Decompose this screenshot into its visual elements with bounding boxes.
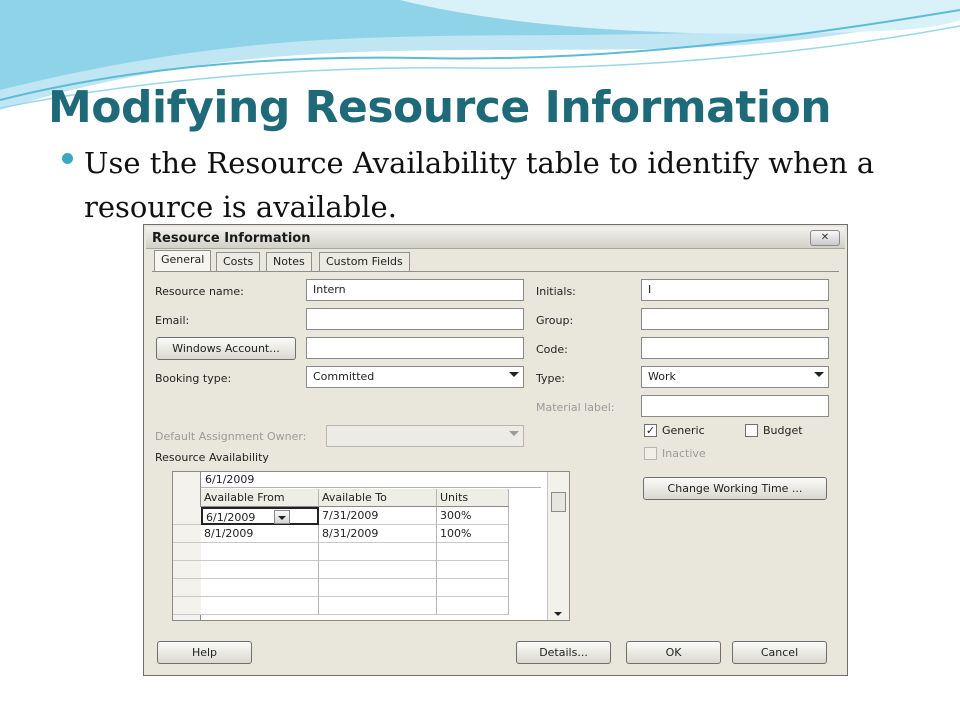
available-to-cell[interactable]: 7/31/2009 (319, 507, 437, 525)
resource-availability-table: 6/1/2009 Available From Available To Uni… (172, 471, 570, 621)
tab-divider (152, 271, 839, 272)
group-input[interactable] (641, 308, 829, 330)
inactive-checkbox[interactable] (644, 447, 657, 460)
booking-type-select[interactable]: Committed (306, 366, 524, 388)
email-field[interactable] (306, 308, 524, 330)
email-label: Email: (155, 314, 190, 327)
initials-label: Initials: (536, 285, 576, 298)
units-cell[interactable]: 300% (437, 507, 509, 525)
bullet-dot-icon (62, 153, 73, 164)
empty-cell[interactable] (319, 579, 437, 597)
budget-label: Budget (763, 424, 803, 437)
generic-checkbox[interactable]: ✓ (644, 424, 657, 437)
column-header-available-from: Available From (201, 489, 319, 507)
windows-account-input[interactable] (306, 337, 524, 359)
chevron-down-icon[interactable] (814, 372, 824, 377)
close-icon[interactable]: ✕ (810, 230, 840, 246)
row-selector[interactable] (173, 543, 201, 561)
change-working-time-button[interactable]: Change Working Time ... (643, 477, 827, 500)
scroll-down-icon[interactable] (554, 612, 562, 616)
availability-entry-bar[interactable]: 6/1/2009 (201, 472, 541, 488)
empty-cell[interactable] (437, 561, 509, 579)
default-assignment-owner-select (326, 425, 524, 447)
empty-cell[interactable] (201, 561, 319, 579)
resource-name-input[interactable]: Intern (306, 279, 524, 301)
resource-information-dialog: Resource Information ✕ General Costs Not… (143, 224, 848, 676)
initials-input[interactable]: I (641, 279, 829, 301)
available-to-cell[interactable]: 8/31/2009 (319, 525, 437, 543)
empty-cell[interactable] (437, 597, 509, 615)
tab-custom-fields[interactable]: Custom Fields (319, 252, 410, 271)
chevron-down-icon[interactable] (274, 510, 290, 524)
column-header-available-to: Available To (319, 489, 437, 507)
group-label: Group: (536, 314, 574, 327)
resource-availability-label: Resource Availability (155, 451, 269, 464)
empty-cell[interactable] (437, 579, 509, 597)
empty-cell[interactable] (319, 543, 437, 561)
empty-cell[interactable] (201, 579, 319, 597)
column-header-units: Units (437, 489, 509, 507)
ok-button[interactable]: OK (626, 641, 721, 664)
material-label-label: Material label: (536, 401, 615, 414)
default-assignment-owner-label: Default Assignment Owner: (155, 430, 307, 443)
scrollbar-thumb[interactable] (551, 492, 566, 512)
budget-checkbox[interactable] (745, 424, 758, 437)
empty-cell[interactable] (319, 597, 437, 615)
tab-notes[interactable]: Notes (266, 252, 312, 271)
available-from-cell[interactable]: 8/1/2009 (201, 525, 319, 543)
tab-costs[interactable]: Costs (216, 252, 261, 271)
resource-name-label: Resource name: (155, 285, 244, 298)
table-scrollbar[interactable] (547, 472, 569, 620)
row-selector[interactable] (173, 561, 201, 579)
row-selector[interactable] (173, 579, 201, 597)
booking-type-label: Booking type: (155, 372, 232, 385)
generic-label: Generic (662, 424, 705, 437)
booking-type-value: Committed (313, 370, 375, 383)
row-selector[interactable] (173, 507, 201, 525)
empty-cell[interactable] (201, 597, 319, 615)
bullet-text: Use the Resource Availability table to i… (84, 146, 875, 224)
type-label: Type: (536, 372, 565, 385)
code-label: Code: (536, 343, 568, 356)
chevron-down-icon (509, 431, 519, 436)
available-from-cell[interactable]: 6/1/2009 (201, 507, 319, 525)
inactive-label: Inactive (662, 447, 706, 460)
units-cell[interactable]: 100% (437, 525, 509, 543)
type-value: Work (648, 370, 676, 383)
material-label-input[interactable] (641, 395, 829, 417)
details-button[interactable]: Details... (516, 641, 611, 664)
empty-cell[interactable] (437, 543, 509, 561)
slide-title: Modifying Resource Information (48, 82, 832, 133)
tab-general[interactable]: General (154, 250, 212, 272)
row-selector[interactable] (173, 525, 201, 543)
code-input[interactable] (641, 337, 829, 359)
windows-account-button[interactable]: Windows Account... (156, 337, 296, 360)
cancel-button[interactable]: Cancel (732, 641, 827, 664)
help-button[interactable]: Help (157, 641, 252, 664)
empty-cell[interactable] (319, 561, 437, 579)
type-select[interactable]: Work (641, 366, 829, 388)
dialog-titlebar: Resource Information ✕ (146, 227, 845, 249)
row-selector[interactable] (173, 597, 201, 615)
dialog-title: Resource Information (152, 231, 311, 246)
empty-cell[interactable] (201, 543, 319, 561)
chevron-down-icon[interactable] (509, 372, 519, 377)
